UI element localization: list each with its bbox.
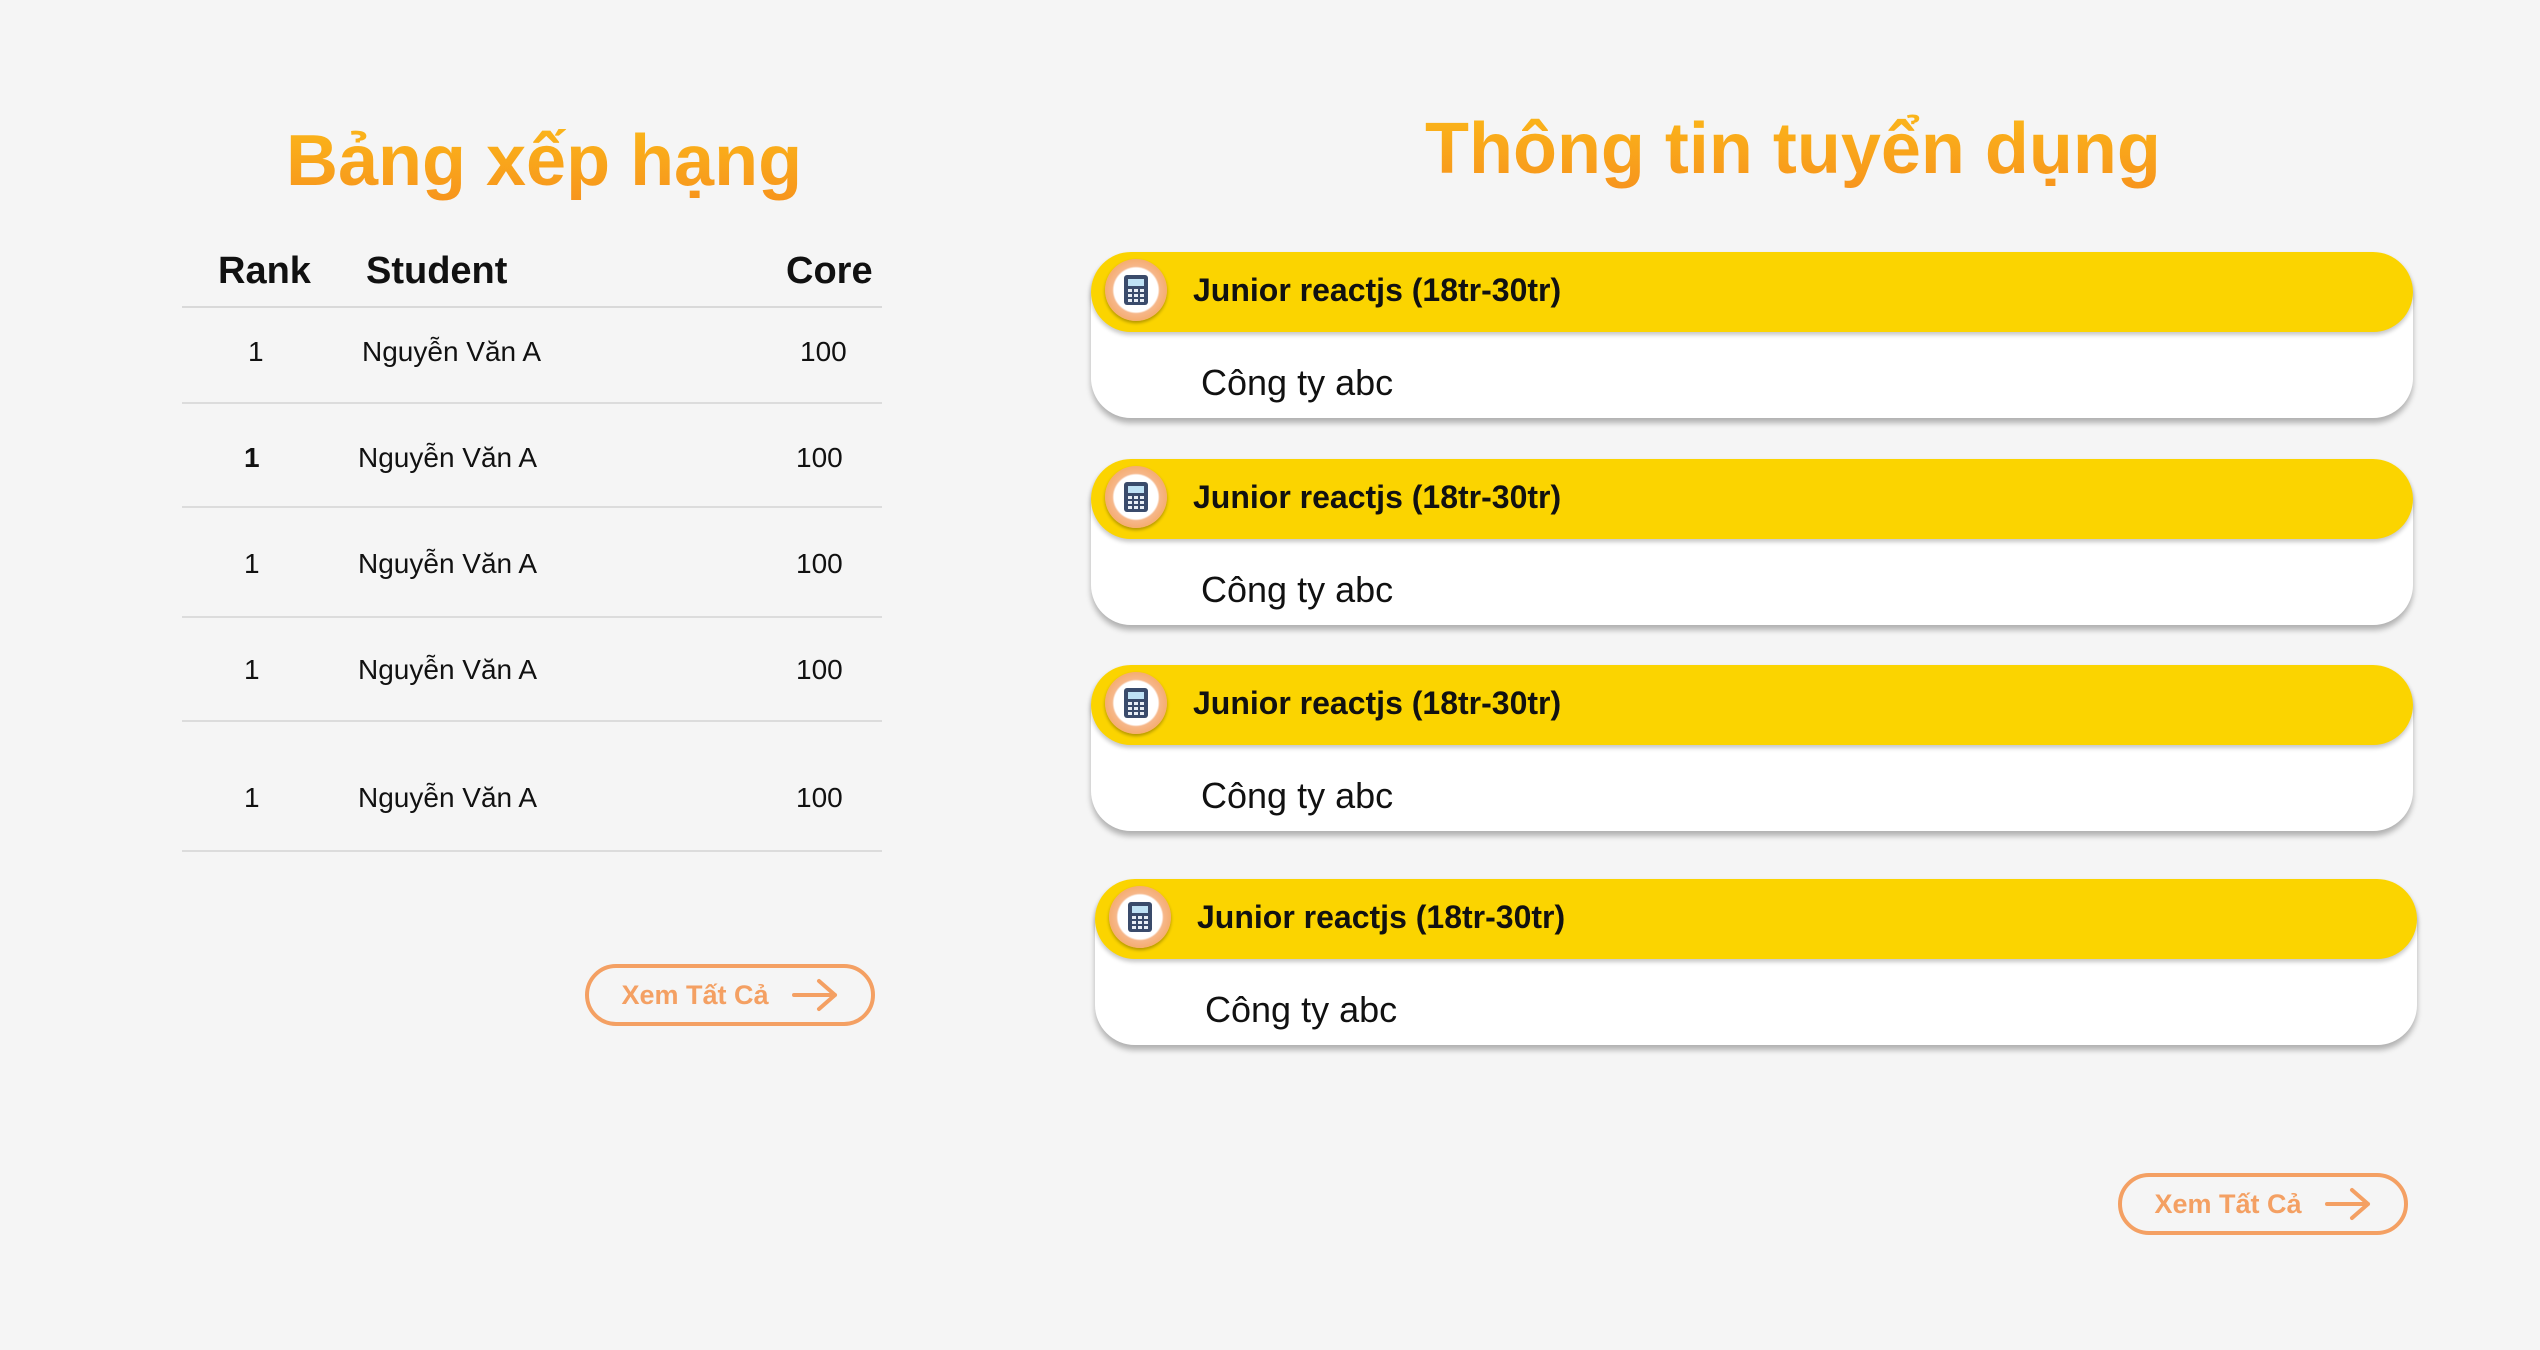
arrow-right-icon [2324, 1188, 2370, 1220]
jobs-view-all-button[interactable]: Xem Tất Cả [2118, 1173, 2408, 1235]
company-name: Công ty abc [1201, 775, 1394, 816]
column-student: Student [366, 250, 508, 292]
ranking-title: Bảng xếp hạng [286, 121, 803, 201]
jobs-title: Thông tin tuyển dụng [1425, 109, 2161, 189]
calculator-icon [1105, 672, 1167, 734]
rank-cell: 1 [244, 442, 260, 473]
student-cell: Nguyễn Văn A [358, 782, 538, 813]
table-row: 1 Nguyễn Văn A 100 [182, 508, 882, 618]
job-title: Junior reactjs (18tr-30tr) [1193, 479, 1562, 515]
ranking-view-all-button[interactable]: Xem Tất Cả [585, 964, 875, 1026]
job-card-header: Junior reactjs (18tr-30tr) [1091, 252, 2413, 332]
student-cell: Nguyễn Văn A [358, 654, 538, 685]
job-title: Junior reactjs (18tr-30tr) [1193, 272, 1562, 308]
job-card-header: Junior reactjs (18tr-30tr) [1091, 459, 2413, 539]
calculator-icon [1105, 259, 1167, 321]
rank-cell: 1 [244, 654, 260, 685]
view-all-label: Xem Tất Cả [2154, 1188, 2302, 1219]
table-row: 1 Nguyễn Văn A 100 [182, 722, 882, 852]
calculator-icon [1105, 466, 1167, 528]
company-name: Công ty abc [1201, 362, 1394, 403]
company-name: Công ty abc [1201, 569, 1394, 610]
column-rank: Rank [218, 250, 311, 292]
job-card[interactable]: Junior reactjs (18tr-30tr) Công ty abc [1091, 665, 2413, 831]
score-cell: 100 [796, 442, 843, 473]
column-score: Core [786, 250, 873, 292]
table-row: 1 Nguyễn Văn A 100 [182, 308, 882, 404]
view-all-label: Xem Tất Cả [621, 979, 769, 1010]
rank-cell: 1 [248, 336, 264, 367]
score-cell: 100 [796, 548, 843, 579]
score-cell: 100 [796, 782, 843, 813]
job-card-header: Junior reactjs (18tr-30tr) [1091, 665, 2413, 745]
table-row: 1 Nguyễn Văn A 100 [182, 404, 882, 508]
student-cell: Nguyễn Văn A [362, 336, 542, 367]
rank-cell: 1 [244, 548, 260, 579]
job-title: Junior reactjs (18tr-30tr) [1197, 899, 1566, 935]
job-card[interactable]: Junior reactjs (18tr-30tr) Công ty abc [1091, 459, 2413, 625]
ranking-table-header: Rank Student Core [182, 240, 882, 308]
company-name: Công ty abc [1205, 989, 1398, 1030]
job-card[interactable]: Junior reactjs (18tr-30tr) Công ty abc [1091, 252, 2413, 418]
score-cell: 100 [800, 336, 847, 367]
score-cell: 100 [796, 654, 843, 685]
job-card[interactable]: Junior reactjs (18tr-30tr) Công ty abc [1095, 879, 2417, 1045]
job-card-header: Junior reactjs (18tr-30tr) [1095, 879, 2417, 959]
arrow-right-icon [791, 979, 837, 1011]
student-cell: Nguyễn Văn A [358, 442, 538, 473]
job-title: Junior reactjs (18tr-30tr) [1193, 685, 1562, 721]
calculator-icon [1109, 886, 1171, 948]
rank-cell: 1 [244, 782, 260, 813]
table-row: 1 Nguyễn Văn A 100 [182, 618, 882, 722]
student-cell: Nguyễn Văn A [358, 548, 538, 579]
